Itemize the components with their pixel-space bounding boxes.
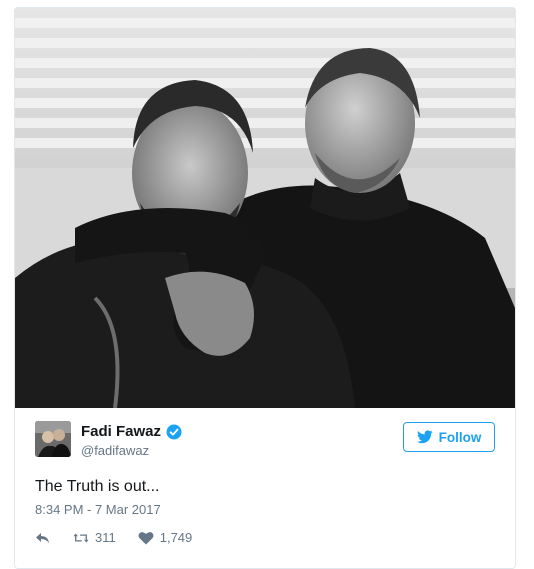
tweet-author: Fadi Fawaz @fadifawaz Follow bbox=[35, 421, 495, 461]
reply-button[interactable] bbox=[35, 531, 51, 545]
tweet-photo[interactable] bbox=[15, 8, 515, 408]
avatar-image bbox=[35, 421, 71, 457]
avatar[interactable] bbox=[35, 421, 71, 457]
like-count: 1,749 bbox=[159, 530, 193, 545]
heart-icon bbox=[138, 531, 154, 544]
author-name-row[interactable]: Fadi Fawaz bbox=[81, 423, 182, 440]
author-handle[interactable]: @fadifawaz bbox=[81, 443, 182, 458]
tweet-card: Fadi Fawaz @fadifawaz Follow The Truth i… bbox=[14, 7, 516, 569]
like-button[interactable]: 1,749 bbox=[138, 530, 193, 545]
author-names: Fadi Fawaz @fadifawaz bbox=[81, 423, 182, 458]
retweet-count: 311 bbox=[95, 530, 116, 545]
reply-icon bbox=[36, 532, 49, 543]
verified-badge-icon bbox=[166, 424, 182, 439]
author-name[interactable]: Fadi Fawaz bbox=[81, 423, 161, 440]
tweet-text: The Truth is out... bbox=[35, 478, 160, 495]
tweet-actions: 311 1,749 bbox=[35, 530, 192, 545]
follow-label: Follow bbox=[438, 429, 482, 445]
retweet-icon bbox=[73, 533, 89, 542]
follow-button[interactable]: Follow bbox=[403, 422, 495, 452]
photo-image bbox=[15, 8, 515, 408]
tweet-timestamp[interactable]: 8:34 PM - 7 Mar 2017 bbox=[35, 502, 161, 517]
retweet-button[interactable]: 311 bbox=[73, 530, 116, 545]
twitter-bird-icon bbox=[416, 430, 433, 444]
